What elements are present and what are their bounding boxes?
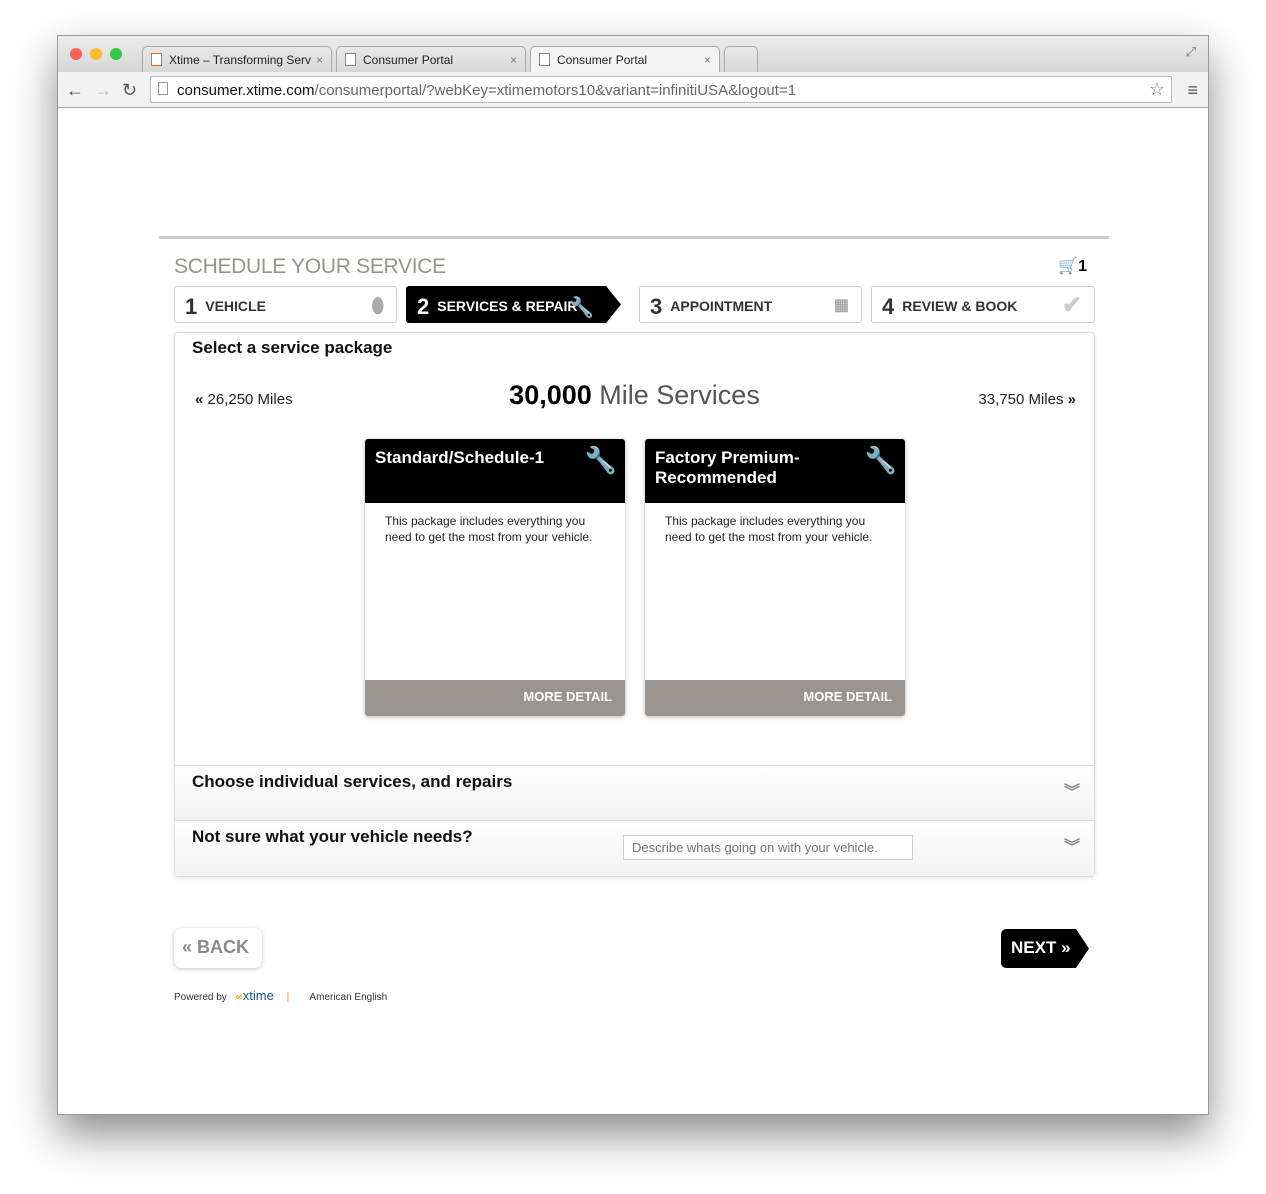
url-domain: consumer.xtime.com — [177, 82, 315, 99]
step-appointment[interactable]: 3 APPOINTMENT ▦ — [639, 286, 862, 323]
wrench-icon: 🔧 — [584, 445, 617, 475]
browser-tab[interactable]: Consumer Portal × — [336, 46, 526, 72]
checkmark-icon: ✔ — [1061, 292, 1082, 319]
step-services-repair[interactable]: 2 SERVICES & REPAIR 🔧 — [406, 286, 621, 323]
footer: Powered by ∞xtime | American English — [174, 988, 387, 1003]
close-tab-icon[interactable]: × — [704, 53, 711, 67]
browser-tab[interactable]: Xtime – Transforming Serv × — [142, 46, 332, 72]
next-label: NEXT — [1011, 938, 1057, 957]
key-fob-icon: ⬮ — [371, 295, 384, 317]
close-tab-icon[interactable]: × — [316, 53, 323, 67]
step-review-book[interactable]: 4 REVIEW & BOOK ✔ — [871, 286, 1095, 323]
zoom-window-button[interactable] — [110, 48, 122, 60]
browser-window: Xtime – Transforming Serv × Consumer Port… — [57, 35, 1209, 1115]
minimize-window-button[interactable] — [90, 48, 102, 60]
expand-chevron-icon[interactable]: ︾ — [1064, 833, 1080, 857]
new-tab-button[interactable] — [724, 46, 758, 72]
page-icon — [539, 53, 550, 66]
url-path: /consumerportal/?webKey=xtimemotors10&va… — [314, 82, 797, 99]
reload-icon[interactable]: ↻ — [122, 80, 137, 101]
back-arrow-icon[interactable]: ← — [66, 80, 84, 101]
double-chevron-right-icon: » — [1061, 938, 1071, 957]
step-label: VEHICLE — [205, 298, 266, 314]
language-link[interactable]: American English — [309, 992, 387, 1003]
xtime-logo[interactable]: xtime — [243, 988, 274, 1003]
section-heading: Not sure what your vehicle needs? — [192, 827, 473, 846]
cart[interactable]: 🛒1 — [1058, 256, 1087, 276]
not-sure-section[interactable]: Not sure what your vehicle needs? ︾ — [175, 820, 1094, 876]
address-bar[interactable]: consumer.xtime.com/consumerportal/?webKe… — [150, 76, 1172, 103]
back-label: BACK — [197, 937, 250, 957]
close-window-button[interactable] — [70, 48, 82, 60]
next-mileage-link[interactable]: 33,750 Miles » — [978, 391, 1076, 408]
section-heading: Select a service package — [192, 338, 393, 357]
more-detail-button[interactable]: MORE DETAIL — [365, 680, 625, 716]
forward-arrow-icon[interactable]: → — [94, 80, 112, 101]
browser-tab-active[interactable]: Consumer Portal × — [530, 46, 720, 72]
step-number: 2 — [417, 294, 430, 319]
package-description: This package includes everything you nee… — [385, 514, 593, 544]
package-description: This package includes everything you nee… — [665, 514, 873, 544]
step-label: REVIEW & BOOK — [902, 298, 1018, 314]
step-number: 4 — [882, 294, 895, 319]
portal-page: SCHEDULE YOUR SERVICE 🛒1 1 VEHICLE ⬮ 2 SERV… — [159, 236, 1109, 1003]
bookmark-star-icon[interactable]: ☆ — [1149, 79, 1165, 100]
next-miles-label: 33,750 Miles — [978, 391, 1064, 408]
package-card[interactable]: Standard/Schedule-1 🔧 This package inclu… — [365, 439, 625, 716]
tab-title: Consumer Portal — [557, 53, 648, 67]
current-mileage: 30,000 Mile Services — [175, 380, 1094, 411]
expand-chevron-icon[interactable]: ︾ — [1064, 778, 1080, 802]
calendar-icon: ▦ — [833, 297, 849, 314]
package-card[interactable]: Factory Premium-Recommended 🔧 This packa… — [645, 439, 905, 716]
section-heading: Choose individual services, and repairs — [192, 772, 513, 791]
step-vehicle[interactable]: 1 VEHICLE ⬮ — [174, 286, 397, 323]
fullscreen-icon[interactable]: ⤢ — [1186, 44, 1196, 60]
divider — [159, 236, 1109, 239]
more-detail-button[interactable]: MORE DETAIL — [645, 680, 905, 716]
page-icon — [345, 53, 356, 66]
menu-icon[interactable]: ≡ — [1187, 80, 1198, 101]
cart-icon: 🛒 — [1058, 258, 1079, 275]
xtime-favicon-icon — [151, 53, 162, 66]
cart-count: 1 — [1078, 258, 1087, 275]
tab-title: Consumer Portal — [363, 53, 454, 67]
divider: | — [286, 992, 290, 1003]
powered-by-label: Powered by — [174, 992, 227, 1003]
double-chevron-left-icon: « — [182, 937, 193, 957]
current-miles-suffix: Mile Services — [599, 380, 760, 410]
step-number: 1 — [185, 294, 198, 319]
step-number: 3 — [650, 294, 663, 319]
step-label: APPOINTMENT — [670, 298, 773, 314]
wrench-icon: 🔧 — [864, 445, 897, 475]
wrench-icon: 🔧 — [569, 297, 594, 319]
close-tab-icon[interactable]: × — [510, 53, 517, 67]
step-label: SERVICES & REPAIR — [437, 298, 578, 314]
title-bar: Xtime – Transforming Serv × Consumer Port… — [58, 36, 1208, 72]
tab-title: Xtime – Transforming Serv — [169, 53, 312, 67]
step-progress: 1 VEHICLE ⬮ 2 SERVICES & REPAIR 🔧 3 APPOINTME… — [174, 286, 1095, 323]
individual-services-section[interactable]: Choose individual services, and repairs … — [175, 765, 1094, 820]
double-chevron-right-icon: » — [1067, 391, 1076, 408]
next-button[interactable]: NEXT » — [1001, 929, 1089, 968]
current-miles-value: 30,000 — [509, 380, 592, 410]
browser-toolbar: ← → ↻ consumer.xtime.com/consumerportal/… — [58, 72, 1208, 108]
page-title: SCHEDULE YOUR SERVICE — [174, 255, 446, 278]
service-panel: Select a service package « 26,250 Miles … — [174, 332, 1095, 877]
back-button[interactable]: « BACK — [174, 928, 262, 968]
page-icon — [158, 82, 168, 95]
describe-issue-input[interactable] — [623, 835, 913, 860]
xtime-logo-icon: ∞ — [235, 992, 243, 1003]
